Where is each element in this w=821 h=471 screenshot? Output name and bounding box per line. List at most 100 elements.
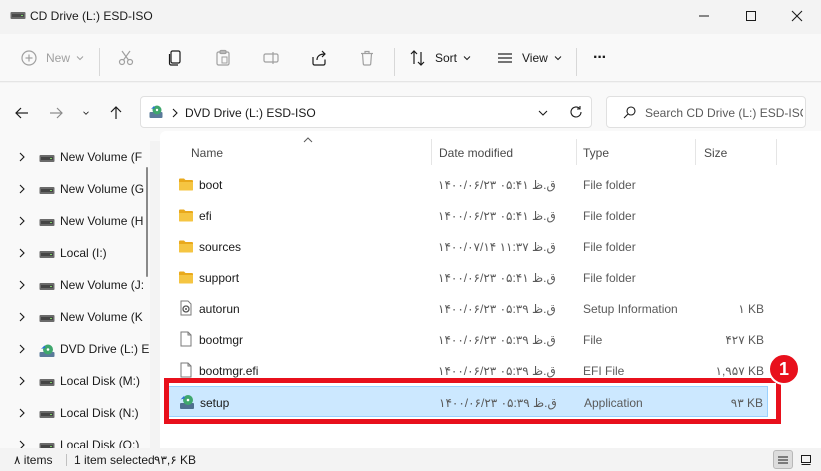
tiles-view-button[interactable]: [796, 450, 816, 469]
chevron-right-icon[interactable]: [18, 216, 26, 226]
column-header-name[interactable]: Name: [180, 131, 430, 167]
close-button[interactable]: [774, 0, 820, 32]
new-button[interactable]: New: [20, 46, 84, 70]
file-name: bootmgr.efi: [199, 364, 259, 378]
details-view-button[interactable]: [773, 450, 793, 469]
file-icon: [178, 331, 194, 347]
copy-icon: [168, 50, 181, 66]
share-button[interactable]: [310, 46, 328, 70]
nav-item-label: Local (I:): [60, 246, 107, 260]
nav-item-label: New Volume (G: [60, 182, 145, 196]
list-view-icon: [498, 53, 512, 63]
file-row[interactable]: bootmgr ۱۴۰۰/۰۶/۲۳ ق.ظ ۰۵:۳۹ File ۴۲۷ KB: [168, 324, 768, 355]
search-box[interactable]: [606, 96, 806, 128]
navigation-scrollbar[interactable]: [146, 167, 148, 277]
file-type: File folder: [583, 271, 636, 285]
nav-item[interactable]: Local Disk (M:): [0, 365, 150, 397]
column-header-date-modified[interactable]: Date modified: [432, 131, 576, 167]
more-options-button[interactable]: ···: [593, 46, 607, 70]
file-row[interactable]: efi ۱۴۰۰/۰۶/۲۳ ق.ظ ۰۵:۴۱ File folder: [168, 200, 768, 231]
nav-item[interactable]: DVD Drive (L:) E: [0, 333, 150, 365]
nav-item-label: Local Disk (N:): [60, 406, 139, 420]
file-row[interactable]: support ۱۴۰۰/۰۶/۲۳ ق.ظ ۰۵:۴۱ File folder: [168, 262, 768, 293]
nav-item[interactable]: Local Disk (N:): [0, 397, 150, 429]
chevron-right-icon[interactable]: [18, 440, 26, 448]
step-badge: 1: [768, 353, 800, 385]
back-button[interactable]: [11, 102, 33, 124]
chevron-right-icon[interactable]: [18, 280, 26, 290]
arrow-left-icon: [15, 107, 28, 119]
chevron-down-icon: [463, 56, 471, 61]
chevron-down-icon: [554, 56, 562, 61]
navigation-pane: New Volume (F New Volume (G New Volume (H L…: [0, 141, 150, 448]
chevron-right-icon[interactable]: [18, 184, 26, 194]
view-button[interactable]: View: [496, 46, 562, 70]
file-name: support: [199, 271, 240, 285]
rename-icon: [263, 52, 279, 64]
folder-icon: [178, 176, 194, 192]
trash-icon: [361, 50, 373, 66]
toolbar-separator: [576, 48, 577, 76]
chevron-right-icon[interactable]: [18, 312, 26, 322]
toolbar-separator: [394, 48, 395, 76]
chevron-right-icon[interactable]: [18, 344, 26, 354]
folder-icon: [178, 238, 194, 254]
nav-item[interactable]: New Volume (F: [0, 141, 150, 173]
refresh-icon[interactable]: [569, 105, 583, 119]
nav-item-label: New Volume (F: [60, 150, 143, 164]
command-bar: New Sort View ···: [0, 34, 821, 82]
drive-icon: [39, 216, 55, 226]
column-separator[interactable]: [776, 139, 777, 165]
nav-item[interactable]: New Volume (J:: [0, 269, 150, 301]
forward-button[interactable]: [45, 102, 67, 124]
chevron-down-icon[interactable]: [537, 107, 549, 119]
file-row[interactable]: boot ۱۴۰۰/۰۶/۲۳ ق.ظ ۰۵:۴۱ File folder: [168, 169, 768, 200]
up-button[interactable]: [105, 102, 127, 124]
file-row[interactable]: autorun ۱۴۰۰/۰۶/۲۳ ق.ظ ۰۵:۳۹ Setup Informa…: [168, 293, 768, 324]
file-type: EFI File: [583, 364, 625, 378]
file-name: boot: [199, 178, 223, 192]
maximize-button[interactable]: [728, 0, 774, 32]
chevron-right-icon: [172, 108, 178, 118]
minimize-button[interactable]: [681, 0, 727, 32]
paste-button[interactable]: [214, 46, 232, 70]
chevron-right-icon[interactable]: [18, 408, 26, 418]
chevron-right-icon[interactable]: [18, 152, 26, 162]
nav-item[interactable]: New Volume (K: [0, 301, 150, 333]
column-header-size[interactable]: Size: [696, 131, 776, 167]
drive-icon: [39, 408, 55, 418]
nav-item-label: Local Disk (M:): [60, 374, 141, 388]
nav-item-label: New Volume (K: [60, 310, 143, 324]
file-name: autorun: [199, 302, 240, 316]
drive-icon: [39, 376, 55, 386]
sort-button[interactable]: Sort: [409, 46, 471, 70]
column-header-type[interactable]: Type: [577, 131, 695, 167]
nav-item-label: Local Disk (O:): [60, 438, 140, 448]
address-path: DVD Drive (L:) ESD-ISO: [185, 106, 316, 120]
file-type: Setup Information: [583, 302, 678, 316]
rename-button[interactable]: [262, 46, 280, 70]
file-type: File folder: [583, 240, 636, 254]
file-date: ۱۴۰۰/۰۶/۲۳ ق.ظ ۰۵:۴۱: [438, 271, 556, 285]
chevron-right-icon[interactable]: [18, 248, 26, 258]
close-icon: [791, 10, 803, 22]
file-size: ۱ KB: [738, 302, 764, 316]
address-bar[interactable]: DVD Drive (L:) ESD-ISO: [140, 96, 592, 128]
delete-button[interactable]: [358, 46, 376, 70]
nav-item[interactable]: New Volume (H: [0, 205, 150, 237]
file-size: ۴۲۷ KB: [725, 333, 764, 347]
nav-item[interactable]: Local Disk (O:): [0, 429, 150, 448]
drive-icon: [39, 152, 55, 162]
selected-size: ۹۳,۶ KB: [154, 453, 197, 467]
recent-locations-button[interactable]: [77, 102, 95, 124]
cut-button[interactable]: [117, 46, 135, 70]
copy-button[interactable]: [166, 46, 184, 70]
nav-item[interactable]: Local (I:): [0, 237, 150, 269]
file-row[interactable]: sources ۱۴۰۰/۰۷/۱۴ ق.ظ ۱۱:۳۷ File folder: [168, 231, 768, 262]
drive-icon: [39, 184, 55, 194]
maximize-icon: [746, 11, 756, 21]
search-input[interactable]: [645, 103, 803, 123]
file-date: ۱۴۰۰/۰۶/۲۳ ق.ظ ۰۵:۴۱: [438, 178, 556, 192]
chevron-right-icon[interactable]: [18, 376, 26, 386]
nav-item[interactable]: New Volume (G: [0, 173, 150, 205]
